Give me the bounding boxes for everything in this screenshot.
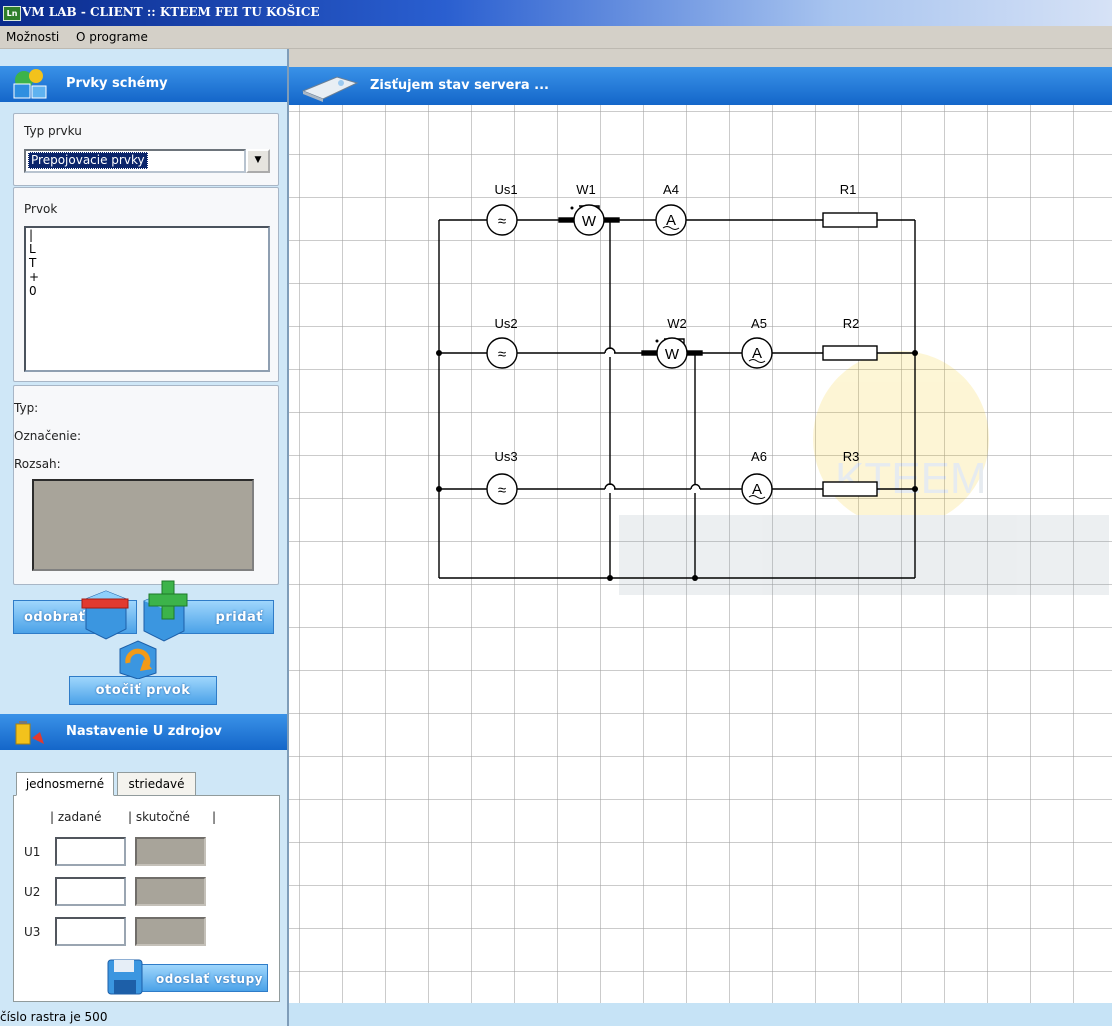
elements-panel-header: Prvky schémy [0,66,287,102]
element-type-select[interactable]: Prepojovacie prvky [24,149,246,173]
remove-cube-icon[interactable] [80,583,132,643]
column-end-label: | [212,810,217,824]
label-a5: A5 [751,316,767,331]
source-us3-symbol: ≈ [498,482,506,499]
tab-ac[interactable]: striedavé [117,772,196,796]
u3-actual-value [135,917,206,946]
canvas-header: Zisťujem stav servera ... [289,67,1112,105]
element-type-label: Typ prvku [24,124,82,138]
wattmeter-w1-symbol: W [582,213,597,230]
add-cube-icon[interactable] [138,579,194,643]
element-list-label: Prvok [24,202,58,216]
rotate-icon[interactable] [116,637,160,679]
kteem-watermark: KTEEM [619,351,1109,595]
schematic-canvas[interactable]: KTEEM ≈ ≈ ≈ W W A A A Us1 W1 A4 R1 Us2 W… [289,105,1112,1003]
menu-about[interactable]: O programe [76,30,148,44]
range-display [32,479,254,571]
u3-set-input[interactable] [55,917,126,946]
source-us1-symbol: ≈ [498,213,506,230]
u1-label: U1 [24,845,41,859]
label-r3: R3 [843,449,860,464]
app-icon: Ln [3,6,21,21]
title-bar: Ln VM LAB - CLIENT :: KTEEM FEI TU KOŠIC… [0,0,1112,26]
label-w1: W1 [576,182,596,197]
sources-panel-title: Nastavenie U zdrojov [66,724,222,739]
label-r2: R2 [843,316,860,331]
send-inputs-label: odoslať vstupy [155,972,263,986]
floppy-disk-icon[interactable] [100,956,148,998]
list-item[interactable]: | [26,228,268,242]
tab-dc[interactable]: jednosmerné [16,772,114,796]
add-button-label: pridať [215,610,263,625]
list-item[interactable]: L [26,242,268,256]
label-a4: A4 [663,182,679,197]
list-item[interactable]: T [26,256,268,270]
label-a6: A6 [751,449,767,464]
wattmeter-w2-symbol: W [665,346,680,363]
label-us2: Us2 [494,316,517,331]
info-type-label: Typ: [14,401,39,415]
menu-bar: Možnosti O programe [0,26,1112,49]
u2-label: U2 [24,885,41,899]
element-type-group: Typ prvku Prepojovacie prvky ▼ [13,113,279,186]
status-text: číslo rastra je 500 [0,1010,108,1024]
components-icon [13,69,47,99]
server-status-text: Zisťujem stav servera ... [370,78,549,93]
info-range-label: Rozsah: [14,457,61,471]
circuit-diagram: KTEEM ≈ ≈ ≈ W W A A A Us1 W1 A4 R1 Us2 W… [436,182,1109,595]
dc-sources-panel: | zadané | skutočné | U1 U2 U3 odoslať v… [13,795,280,1002]
label-w2: W2 [667,316,687,331]
element-info-group: Typ: Označenie: Rozsah: [13,385,279,585]
element-list-group: Prvok | L T + 0 [13,187,279,382]
column-actual-label: | skutočné [128,810,190,824]
label-r1: R1 [840,182,857,197]
element-listbox[interactable]: | L T + 0 [24,226,270,372]
source-us2-symbol: ≈ [498,346,506,363]
u2-actual-value [135,877,206,906]
u3-label: U3 [24,925,41,939]
remove-button-label: odobrať [24,610,86,625]
u1-set-input[interactable] [55,837,126,866]
list-item[interactable]: 0 [26,284,268,298]
window-title: VM LAB - CLIENT :: KTEEM FEI TU KOŠICE [22,5,320,19]
sources-panel-header: Nastavenie U zdrojov [0,714,287,750]
label-us1: Us1 [494,182,517,197]
server-icon [301,76,359,102]
u2-set-input[interactable] [55,877,126,906]
rotate-button[interactable]: otočiť prvok [69,676,217,705]
rotate-button-label: otočiť prvok [95,683,191,698]
list-item[interactable]: + [26,270,268,284]
label-us3: Us3 [494,449,517,464]
menu-options[interactable]: Možnosti [6,30,59,44]
elements-panel-title: Prvky schémy [66,76,168,91]
column-set-label: | zadané [50,810,102,824]
element-type-value: Prepojovacie prvky [28,152,148,169]
dropdown-arrow-icon[interactable]: ▼ [246,149,270,173]
info-marking-label: Označenie: [14,429,82,443]
u1-actual-value [135,837,206,866]
canvas-status-strip [289,1003,1112,1026]
battery-icon [15,721,44,745]
